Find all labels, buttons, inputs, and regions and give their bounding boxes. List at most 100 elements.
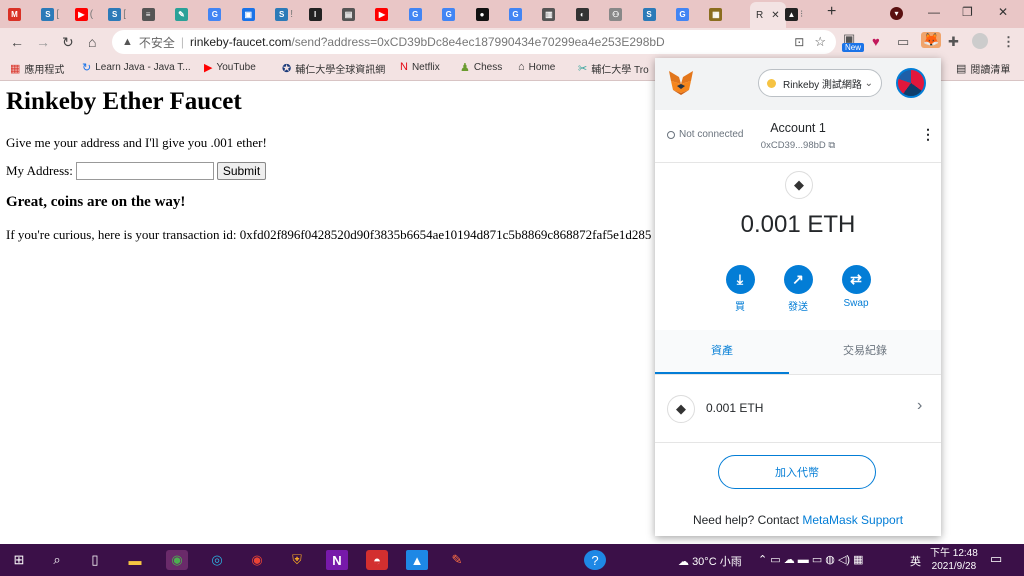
system-tray-icons[interactable]: ⌃ ▭ ☁ ▬ ▭ ◍ ◁) ▦ <box>758 553 864 566</box>
bookmark-icon: ♟ <box>460 62 470 74</box>
screen-extension-icon[interactable]: ▭ <box>897 34 909 50</box>
extensions-puzzle-icon[interactable]: ✚ <box>948 34 959 50</box>
ime-indicator[interactable]: 英 <box>910 553 921 569</box>
back-button[interactable]: ← <box>10 34 24 50</box>
account-options-icon[interactable]: ⋮ <box>921 126 935 143</box>
menu-kebab-icon[interactable]: ⋮ <box>1002 34 1015 50</box>
windows-start-icon[interactable]: ⊞ <box>8 550 30 570</box>
reload-button[interactable]: ↻ <box>62 34 74 51</box>
paint-icon[interactable]: ✎ <box>446 550 468 570</box>
tab-label: ! <box>290 8 293 20</box>
browser-tab[interactable]: G <box>442 4 457 24</box>
bookmark-star-icon[interactable]: ☆ <box>814 34 826 50</box>
search-icon[interactable]: ⌕ <box>46 550 68 570</box>
bookmark-item[interactable]: ♟ Chess <box>460 61 502 74</box>
tab-strip: M S[▶(S[≡ ✎ G ▣ S! I ▤ ▶ G G ● G ▥ ◐ ⚇ S G ▦ R ✕ ▲ ⁝ + ▾ —… <box>0 0 1024 28</box>
weather-widget[interactable]: ☁ 30°C 小雨 <box>678 553 742 569</box>
network-selector[interactable]: Rinkeby 測試網路 ⌄ <box>758 69 882 97</box>
bookmark-item[interactable]: N Netflix <box>400 61 440 73</box>
bookmark-item[interactable]: ▶ YouTube <box>204 61 256 74</box>
chrome-alt-icon[interactable]: ◉ <box>246 550 268 570</box>
browser-tab[interactable]: ⚇ <box>609 4 624 24</box>
browser-tab[interactable]: G <box>208 4 223 24</box>
reading-list-icon: ▤ <box>956 63 967 75</box>
profile-avatar[interactable] <box>972 33 988 49</box>
address-bar[interactable]: ▲ 不安全 | rinkeby-faucet.com/send?address=… <box>112 30 836 54</box>
active-tab[interactable]: R ✕ <box>750 2 786 28</box>
tab-assets[interactable]: 資產 <box>655 330 789 374</box>
tab-favicon: ▥ <box>542 7 556 21</box>
bookmark-item[interactable]: ↻ Learn Java - Java T... <box>82 61 191 74</box>
security-app-icon[interactable]: ◓ <box>366 550 388 570</box>
swap-button[interactable]: ⇄ Swap <box>826 265 886 309</box>
task-view-icon[interactable]: ▯ <box>84 550 106 570</box>
close-window-icon[interactable]: ✕ <box>998 5 1008 19</box>
asset-row-eth[interactable]: ◆ 0.001 ETH › <box>655 374 941 443</box>
help-icon[interactable]: ? <box>584 550 606 570</box>
file-explorer-icon[interactable]: ▬ <box>124 550 146 570</box>
browser-tab[interactable]: ▤ <box>342 4 357 24</box>
browser-tab[interactable]: ▥ <box>542 4 557 24</box>
forward-button[interactable]: → <box>36 34 50 50</box>
bookmark-item[interactable]: ▦ 應用程式 <box>10 61 64 76</box>
buy-button[interactable]: ⤓ 買 <box>710 265 770 313</box>
shield-app-icon[interactable]: ⛨ <box>286 550 308 570</box>
browser-tab[interactable]: S[ <box>108 4 126 24</box>
photos-icon[interactable]: ▲ <box>406 550 428 570</box>
send-label: 發送 <box>788 302 808 313</box>
heart-extension-icon[interactable]: ♥ <box>872 34 880 49</box>
browser-tab[interactable]: ▶( <box>74 4 93 24</box>
edge-icon[interactable]: ◎ <box>206 550 228 570</box>
account-avatar[interactable] <box>896 68 926 98</box>
browser-tab[interactable]: S <box>642 4 658 24</box>
bookmark-item[interactable]: ✪ 輔仁大學全球資訊網 <box>282 61 385 76</box>
new-tab-button[interactable]: + <box>827 3 836 21</box>
metamask-extension-icon[interactable]: 🦊 <box>921 32 942 48</box>
submit-button[interactable]: Submit <box>216 162 267 180</box>
browser-tab[interactable]: G <box>509 4 524 24</box>
reading-list-button[interactable]: ▤ 閱讀清單 <box>956 61 1010 76</box>
browser-tab[interactable]: ▣ <box>241 4 257 24</box>
restore-icon[interactable]: ❐ <box>962 5 973 19</box>
tab-favicon: I <box>308 7 322 21</box>
minimize-icon[interactable]: — <box>928 5 940 19</box>
tab-search-icon[interactable]: ▾ <box>890 7 903 20</box>
browser-tab[interactable]: S[ <box>41 4 59 24</box>
metamask-support-link[interactable]: MetaMask Support <box>802 513 903 527</box>
chevron-right-icon: › <box>917 397 923 414</box>
account-name[interactable]: Account 1 <box>655 121 941 135</box>
warning-icon[interactable]: ▲ <box>122 36 133 48</box>
browser-tab[interactable]: G <box>676 4 691 24</box>
tab-activity[interactable]: 交易紀錄 <box>789 330 941 374</box>
browser-tab[interactable]: ▦ <box>709 4 724 24</box>
translate-icon[interactable]: ⊡ <box>794 35 804 49</box>
browser-tab[interactable]: ≡ <box>141 4 157 24</box>
home-button[interactable]: ⌂ <box>88 34 96 50</box>
send-button[interactable]: ↗ 發送 <box>768 265 828 313</box>
address-input[interactable] <box>75 162 214 180</box>
tab-notion[interactable]: ▲ ⁝ <box>785 4 803 24</box>
onenote-icon[interactable]: N <box>326 550 348 570</box>
insecure-label[interactable]: 不安全 <box>139 34 175 51</box>
clock[interactable]: 下午 12:48 2021/9/28 <box>930 547 978 573</box>
browser-tab[interactable]: ▶ <box>375 4 390 24</box>
add-token-button[interactable]: 加入代幣 <box>718 455 876 489</box>
account-address-copy[interactable]: 0xCD39...98bD ⧉ <box>655 140 941 151</box>
browser-tab[interactable]: ◐ <box>575 4 591 24</box>
browser-tab[interactable]: G <box>408 4 424 24</box>
browser-tab[interactable]: ● <box>475 4 491 24</box>
chrome-icon[interactable]: ◉ <box>166 550 188 570</box>
browser-tab[interactable]: ✎ <box>175 4 190 24</box>
browser-tab[interactable]: S! <box>275 4 293 24</box>
bookmark-item[interactable]: ✂ 輔仁大學 Tro <box>578 61 649 76</box>
tab-favicon: ▤ <box>342 7 355 21</box>
bookmark-item[interactable]: ⌂ Home <box>518 61 555 73</box>
tab-favicon: ● <box>475 7 489 21</box>
browser-tab[interactable]: M <box>8 4 23 24</box>
tab-favicon: ▶ <box>74 7 88 21</box>
close-tab-icon[interactable]: ✕ <box>771 10 779 21</box>
metamask-fox-icon[interactable] <box>667 68 695 96</box>
tab-favicon: ▦ <box>709 7 723 21</box>
notifications-icon[interactable]: ▭ <box>990 551 1002 567</box>
browser-tab[interactable]: I <box>308 4 324 24</box>
